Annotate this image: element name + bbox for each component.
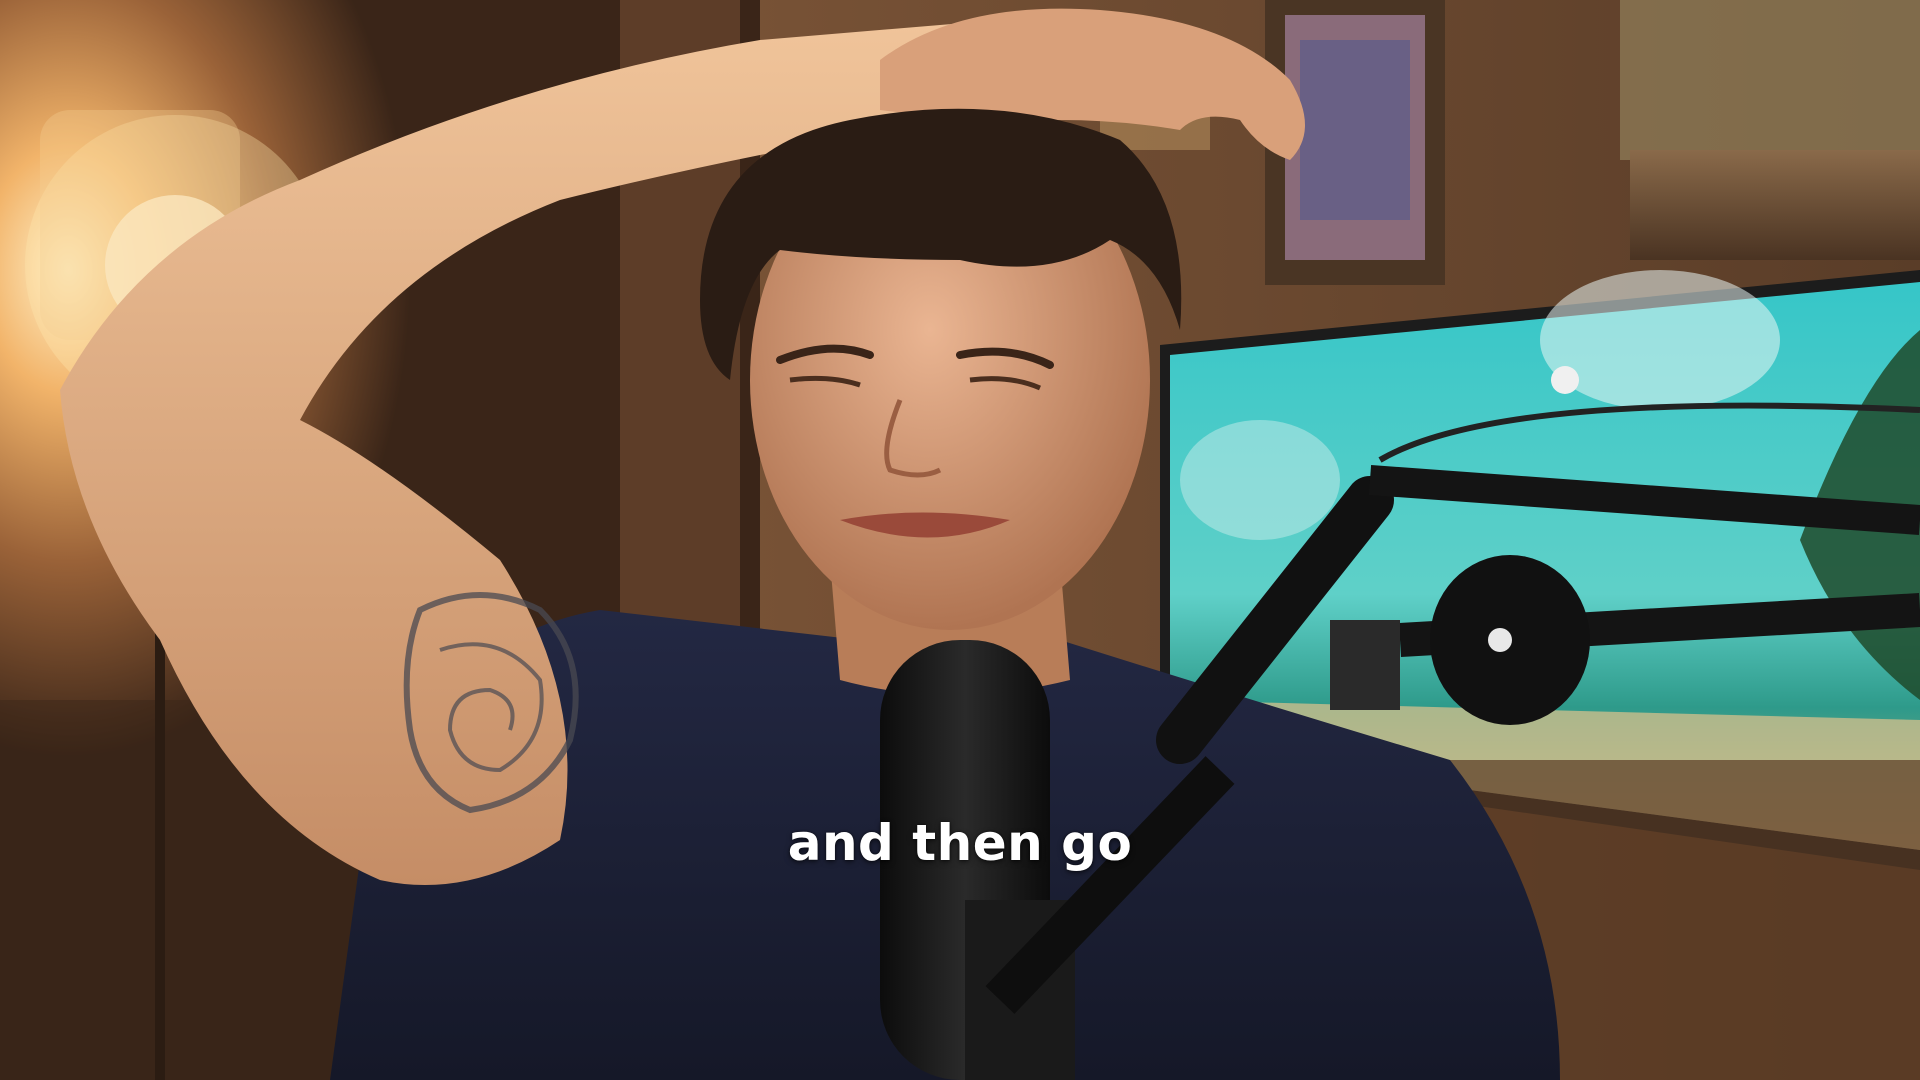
subtitle-caption: and then go [787, 814, 1133, 872]
scene-image [0, 0, 1920, 1080]
video-frame: and then go [0, 0, 1920, 1080]
